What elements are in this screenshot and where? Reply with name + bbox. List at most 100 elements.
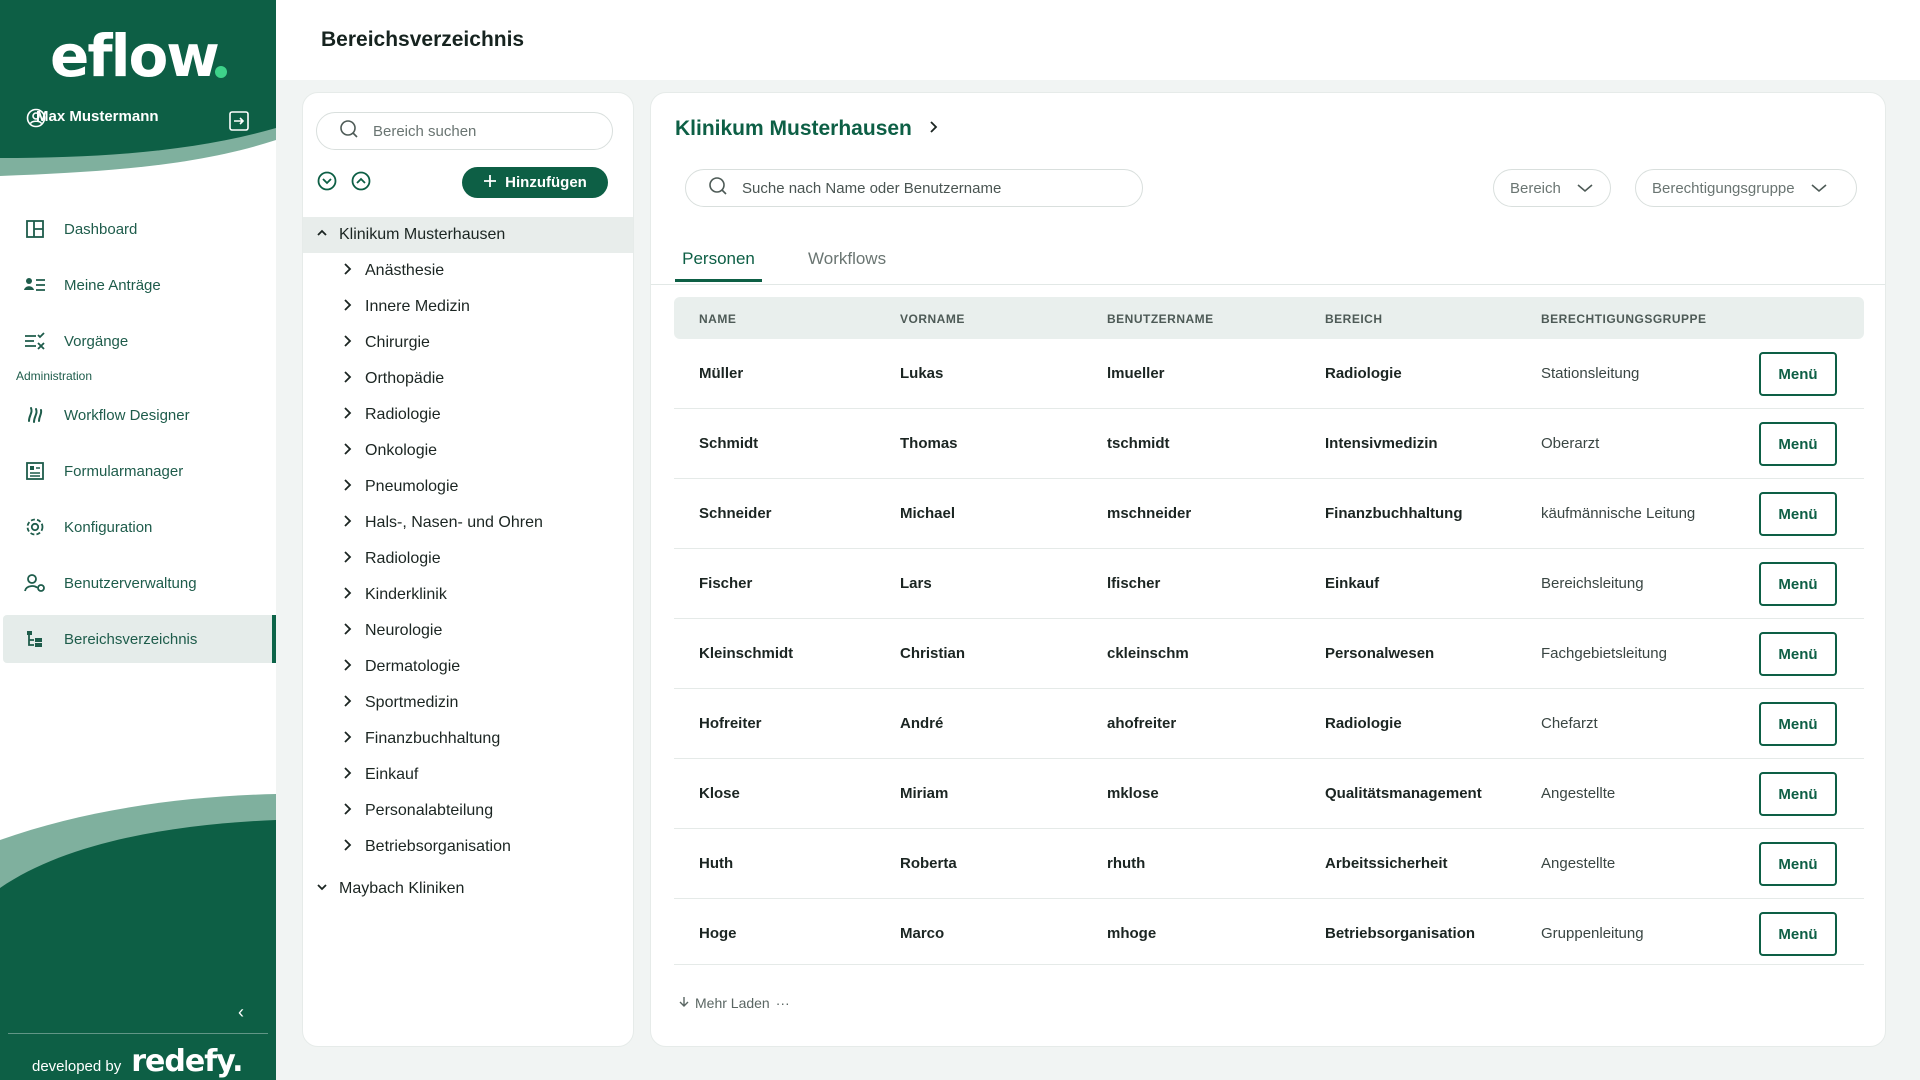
area-search-input[interactable]: Bereich suchen: [316, 112, 613, 150]
tree-item[interactable]: Dermatologie: [303, 649, 633, 685]
table-row[interactable]: Hoge Marco mhoge Betriebsorganisation Gruppe…: [674, 899, 1864, 965]
chevron-right-icon[interactable]: [343, 658, 353, 677]
chevron-right-icon[interactable]: [343, 442, 353, 461]
expand-all-icon[interactable]: [317, 171, 337, 196]
chevron-right-icon[interactable]: [928, 120, 940, 139]
tree-root-maybach-kliniken[interactable]: Maybach Kliniken: [303, 871, 633, 907]
table-row[interactable]: Schmidt Thomas tschmidt Intensivmedizin Ober…: [674, 409, 1864, 479]
chevron-up-icon[interactable]: [315, 226, 329, 245]
nav-label: Benutzerverwaltung: [64, 574, 197, 592]
tree-item[interactable]: Hals-, Nasen- und Ohren: [303, 505, 633, 541]
column-header-vorname[interactable]: VORNAME: [900, 312, 965, 326]
tree-item[interactable]: Orthopädie: [303, 361, 633, 397]
tree-item[interactable]: Personalabteilung: [303, 793, 633, 829]
chevron-right-icon[interactable]: [343, 622, 353, 641]
cell-name: Müller: [699, 365, 744, 382]
column-header-name[interactable]: NAME: [699, 312, 736, 326]
table-row[interactable]: Müller Lukas lmueller Radiologie Stationslei…: [674, 339, 1864, 409]
cell-vorname: Marco: [900, 925, 945, 942]
tree-item[interactable]: Radiologie: [303, 397, 633, 433]
tree-item[interactable]: Sportmedizin: [303, 685, 633, 721]
breadcrumb-title[interactable]: Klinikum Musterhausen: [675, 117, 912, 141]
tree-item[interactable]: Radiologie: [303, 541, 633, 577]
user-info[interactable]: Max Mustermann: [26, 108, 159, 128]
row-menu-button[interactable]: Menü: [1759, 912, 1837, 956]
nav-item-benutzerverwaltung[interactable]: Benutzerverwaltung: [0, 559, 276, 607]
table-row[interactable]: Fischer Lars lfischer Einkauf Bereichsleitun…: [674, 549, 1864, 619]
nav-item-konfiguration[interactable]: Konfiguration: [0, 503, 276, 551]
tree-item[interactable]: Neurologie: [303, 613, 633, 649]
nav-item-dashboard[interactable]: Dashboard: [0, 205, 276, 253]
table-row[interactable]: Klose Miriam mklose Qualitätsmanagement Ange…: [674, 759, 1864, 829]
tab-workflows[interactable]: Workflows: [808, 249, 886, 279]
table-row[interactable]: Kleinschmidt Christian ckleinschm Personalw…: [674, 619, 1864, 689]
chevron-right-icon[interactable]: [343, 586, 353, 605]
row-menu-button[interactable]: Menü: [1759, 352, 1837, 396]
chevron-right-icon[interactable]: [343, 766, 353, 785]
add-area-button[interactable]: Hinzufügen: [462, 167, 608, 198]
form-icon: [24, 460, 46, 482]
chevron-right-icon[interactable]: [343, 802, 353, 821]
tree-item-label: Dermatologie: [365, 658, 461, 675]
tree-item[interactable]: Pneumologie: [303, 469, 633, 505]
group-filter-dropdown[interactable]: Berechtigungsgruppe: [1635, 169, 1857, 207]
column-header-bereich[interactable]: BEREICH: [1325, 312, 1383, 326]
page-title: Bereichsverzeichnis: [321, 28, 525, 51]
tree-item-label: Chirurgie: [365, 334, 430, 351]
chevron-right-icon[interactable]: [343, 262, 353, 281]
table-row[interactable]: Hofreiter André ahofreiter Radiologie Chefar…: [674, 689, 1864, 759]
row-menu-button[interactable]: Menü: [1759, 422, 1837, 466]
nav-item-bereichsverzeichnis[interactable]: Bereichsverzeichnis: [3, 615, 276, 663]
cell-bereich: Betriebsorganisation: [1325, 925, 1476, 942]
chevron-right-icon[interactable]: [343, 514, 353, 533]
chevron-down-icon[interactable]: [315, 880, 329, 899]
tree-item[interactable]: Chirurgie: [303, 325, 633, 361]
chevron-right-icon[interactable]: [343, 370, 353, 389]
chevron-right-icon[interactable]: [343, 694, 353, 713]
tree-item[interactable]: Anästhesie: [303, 253, 633, 289]
sidebar-header: eflow Max Mustermann: [0, 0, 276, 200]
footer-wave: [0, 794, 276, 1080]
chevron-right-icon[interactable]: [343, 298, 353, 317]
row-menu-button[interactable]: Menü: [1759, 702, 1837, 746]
tree-root-klinikum-musterhausen[interactable]: Klinikum Musterhausen: [303, 217, 633, 253]
main-nav: Dashboard Meine Anträge Vorgänge Adminis…: [0, 205, 276, 671]
load-more-button[interactable]: Mehr Laden ···: [679, 995, 790, 1011]
tree-item[interactable]: Betriebsorganisation: [303, 829, 633, 865]
cell-vorname: Michael: [900, 505, 956, 522]
table-row[interactable]: Huth Roberta rhuth Arbeitssicherheit Angeste…: [674, 829, 1864, 899]
tree-item[interactable]: Kinderklinik: [303, 577, 633, 613]
row-menu-button[interactable]: Menü: [1759, 562, 1837, 606]
tree-item[interactable]: Finanzbuchhaltung: [303, 721, 633, 757]
row-menu-button[interactable]: Menü: [1759, 842, 1837, 886]
tree-item-label: Sportmedizin: [365, 694, 459, 711]
table-row[interactable]: Schneider Michael mschneider Finanzbuchhalt…: [674, 479, 1864, 549]
tree-item[interactable]: Einkauf: [303, 757, 633, 793]
area-tree: Klinikum Musterhausen Anästhesie Innere M…: [303, 217, 633, 907]
cell-berechtigungsgruppe: Gruppenleitung: [1541, 925, 1644, 942]
nav-item-meine-antraege[interactable]: Meine Anträge: [0, 261, 276, 309]
chevron-right-icon[interactable]: [343, 478, 353, 497]
row-menu-button[interactable]: Menü: [1759, 492, 1837, 536]
nav-item-vorgaenge[interactable]: Vorgänge: [0, 317, 276, 365]
chevron-right-icon[interactable]: [343, 334, 353, 353]
nav-item-formularmanager[interactable]: Formularmanager: [0, 447, 276, 495]
chevron-right-icon[interactable]: [343, 550, 353, 569]
tree-item[interactable]: Onkologie: [303, 433, 633, 469]
cell-name: Schmidt: [699, 435, 759, 452]
column-header-benutzername[interactable]: BENUTZERNAME: [1107, 312, 1214, 326]
tab-personen[interactable]: Personen: [675, 249, 762, 282]
row-menu-button[interactable]: Menü: [1759, 772, 1837, 816]
collapse-all-icon[interactable]: [351, 171, 371, 196]
column-header-berechtigungsgruppe[interactable]: BERECHTIGUNGSGRUPPE: [1541, 312, 1707, 326]
chevron-right-icon[interactable]: [343, 730, 353, 749]
collapse-sidebar-icon[interactable]: ‹: [238, 1002, 244, 1023]
nav-item-workflow-designer[interactable]: Workflow Designer: [0, 391, 276, 439]
chevron-right-icon[interactable]: [343, 406, 353, 425]
tree-item[interactable]: Innere Medizin: [303, 289, 633, 325]
chevron-right-icon[interactable]: [343, 838, 353, 857]
row-menu-button[interactable]: Menü: [1759, 632, 1837, 676]
area-filter-dropdown[interactable]: Bereich: [1493, 169, 1611, 207]
user-name: Max Mustermann: [36, 108, 159, 125]
person-search-input[interactable]: Suche nach Name oder Benutzername: [685, 169, 1143, 207]
